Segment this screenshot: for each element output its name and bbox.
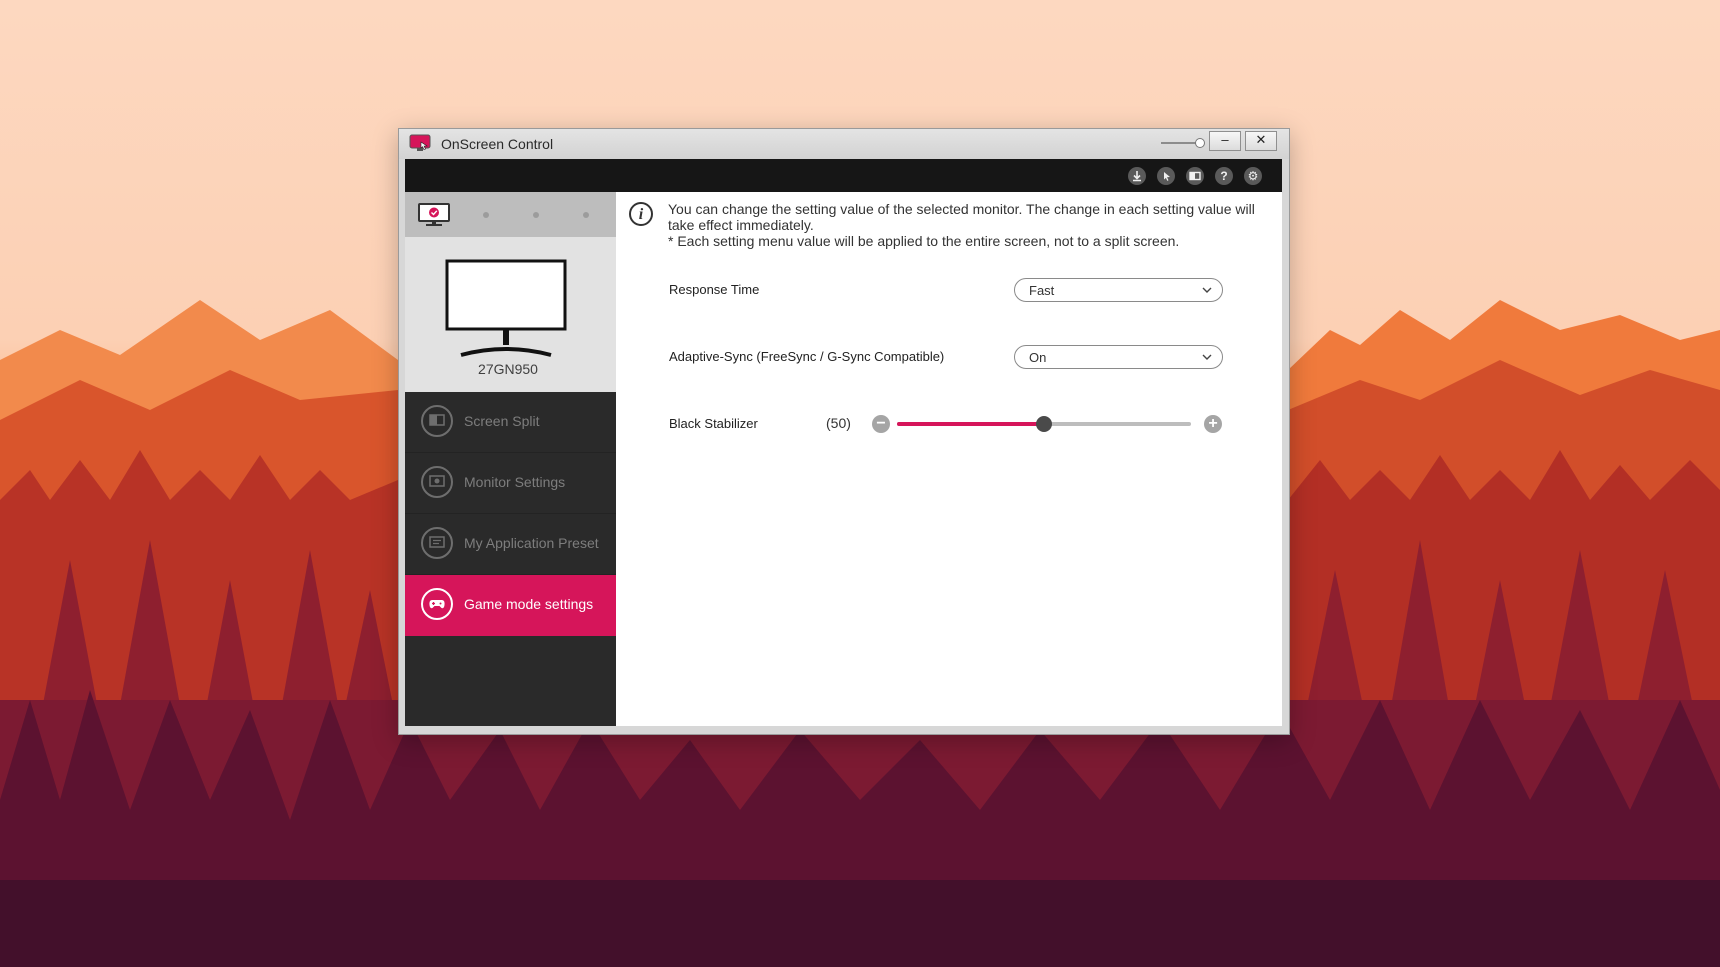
slider-thumb[interactable] [1036, 416, 1052, 432]
black-stabilizer-label: Black Stabilizer [669, 416, 758, 431]
gamepad-icon [421, 588, 453, 620]
settings-content: i You can change the setting value of th… [616, 192, 1282, 726]
help-icon[interactable]: ? [1215, 167, 1233, 185]
nav-item-game-mode-settings[interactable]: Game mode settings [405, 575, 616, 636]
screen-icon[interactable] [1186, 167, 1204, 185]
monitor-tab-dot[interactable] [483, 212, 489, 218]
adaptive-sync-dropdown[interactable]: On [1014, 345, 1223, 369]
info-message: You can change the setting value of the … [668, 201, 1255, 233]
response-time-label: Response Time [669, 282, 760, 297]
nav-label: Game mode settings [464, 596, 594, 612]
monitor-tab-dot[interactable] [533, 212, 539, 218]
response-time-value: Fast [1029, 283, 1055, 298]
app-body: ? ⚙ 27GN950 Screen Split Monitor Setting… [405, 159, 1282, 726]
chevron-down-icon [1202, 287, 1212, 293]
slider-fill [897, 422, 1044, 426]
response-time-dropdown[interactable]: Fast [1014, 278, 1223, 302]
nav-label: Screen Split [464, 413, 540, 429]
adaptive-sync-value: On [1029, 350, 1047, 365]
screen-split-icon [421, 405, 453, 437]
top-toolbar: ? ⚙ [405, 159, 1282, 192]
nav-label: My Application Preset [464, 535, 599, 551]
monitor-tab-icon[interactable] [417, 202, 451, 228]
nav-item-my-application-preset[interactable]: My Application Preset [405, 514, 616, 575]
info-note: * Each setting menu value will be applie… [668, 233, 1180, 249]
monitor-icon [445, 259, 567, 357]
cursor-icon[interactable] [1157, 167, 1175, 185]
black-stabilizer-readout: (50) [826, 415, 851, 431]
sidebar: 27GN950 Screen Split Monitor Settings My… [405, 192, 616, 726]
settings-icon[interactable]: ⚙ [1244, 167, 1262, 185]
onscreen-control-window: OnScreen Control – ✕ ? ⚙ 27GN950 Screen … [398, 128, 1290, 735]
increase-button[interactable]: + [1204, 415, 1222, 433]
window-title: OnScreen Control [441, 136, 554, 152]
chevron-down-icon [1202, 354, 1212, 360]
nav-item-monitor-settings[interactable]: Monitor Settings [405, 453, 616, 514]
nav-label: Monitor Settings [464, 474, 566, 490]
monitor-tabs [405, 192, 616, 237]
black-stabilizer-slider[interactable] [897, 414, 1191, 434]
adaptive-sync-label: Adaptive-Sync (FreeSync / G-Sync Compati… [669, 349, 945, 364]
monitor-settings-icon [421, 466, 453, 498]
window-opacity-slider[interactable] [1161, 138, 1205, 148]
download-icon[interactable] [1128, 167, 1146, 185]
info-text: You can change the setting value of the … [668, 201, 1273, 249]
close-button[interactable]: ✕ [1245, 131, 1277, 151]
app-logo-icon [409, 134, 431, 151]
title-bar[interactable]: OnScreen Control – ✕ [399, 129, 1289, 159]
info-icon: i [629, 202, 653, 226]
monitor-model-label: 27GN950 [478, 361, 538, 377]
minimize-button[interactable]: – [1209, 131, 1241, 151]
monitor-tab-dot[interactable] [583, 212, 589, 218]
app-preset-icon [421, 527, 453, 559]
nav-item-screen-split[interactable]: Screen Split [405, 392, 616, 453]
decrease-button[interactable]: − [872, 415, 890, 433]
selected-monitor-panel: 27GN950 [405, 237, 616, 392]
